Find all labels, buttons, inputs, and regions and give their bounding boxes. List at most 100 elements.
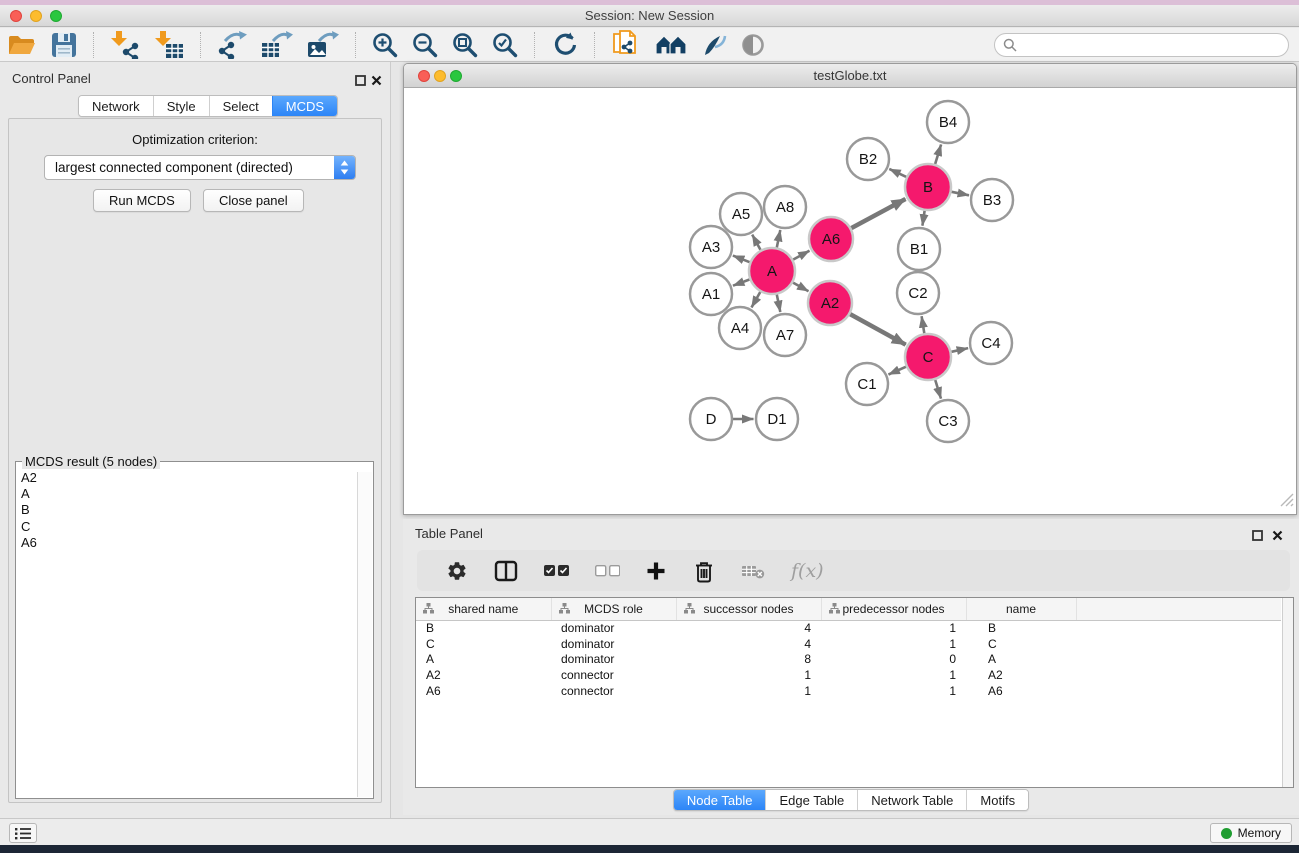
table-cell[interactable]: 1 [821, 620, 966, 636]
table-cell[interactable]: A6 [416, 683, 551, 699]
graph-node-C[interactable]: C [905, 334, 951, 380]
optimization-criterion-select[interactable]: largest connected component (directed) [44, 155, 356, 180]
graph-edge-A-A1[interactable] [733, 280, 750, 286]
close-panel-button[interactable] [371, 73, 382, 91]
table-cell[interactable]: 1 [821, 636, 966, 652]
table-cell[interactable]: dominator [551, 636, 676, 652]
table-cell[interactable]: 8 [676, 651, 821, 667]
delete-column-button[interactable] [692, 559, 716, 583]
table-cell[interactable]: A [416, 651, 551, 667]
column-header-mcds-role[interactable]: MCDS role [551, 598, 676, 620]
close-window-button[interactable] [10, 10, 22, 22]
mcds-result-item[interactable]: C [16, 519, 373, 535]
tab-network[interactable]: Network [79, 96, 153, 116]
tab-style[interactable]: Style [153, 96, 209, 116]
graph-edge-A-A6[interactable] [793, 251, 809, 260]
graph-edge-A6-B[interactable] [851, 199, 905, 228]
graphics-details-button[interactable] [701, 33, 727, 57]
graph-edge-A-A4[interactable] [752, 292, 761, 308]
table-row[interactable]: A6connector11A6 [416, 683, 1281, 699]
table-cell[interactable]: A2 [966, 667, 1076, 683]
mcds-result-item[interactable]: A2 [16, 470, 373, 486]
table-cell[interactable]: connector [551, 683, 676, 699]
table-row[interactable]: Cdominator41C [416, 636, 1281, 652]
graph-edge-B-B1[interactable] [922, 211, 924, 226]
graph-node-D[interactable]: D [690, 398, 732, 440]
table-cell[interactable]: dominator [551, 620, 676, 636]
graph-edge-A-A2[interactable] [793, 283, 809, 292]
graph-edge-A-A8[interactable] [777, 230, 781, 248]
zoom-fit-button[interactable] [452, 32, 478, 58]
table-cell[interactable]: A6 [966, 683, 1076, 699]
graph-node-B2[interactable]: B2 [847, 138, 889, 180]
mcds-result-scrollbar[interactable] [357, 472, 372, 797]
float-panel-button[interactable] [355, 73, 366, 91]
table-cell[interactable]: 0 [821, 651, 966, 667]
save-session-button[interactable] [51, 32, 77, 58]
import-table-button[interactable] [154, 31, 184, 59]
network-window-titlebar[interactable]: testGlobe.txt [404, 64, 1296, 88]
tab-edge-table[interactable]: Edge Table [765, 790, 857, 810]
graph-edge-A-A7[interactable] [777, 295, 781, 313]
export-network-button[interactable] [217, 31, 247, 59]
column-view-button[interactable] [494, 560, 518, 582]
graph-node-C1[interactable]: C1 [846, 363, 888, 405]
graph-node-A6[interactable]: A6 [809, 217, 853, 261]
graph-node-C2[interactable]: C2 [897, 272, 939, 314]
delete-table-button[interactable] [742, 562, 765, 580]
maximize-window-button[interactable] [50, 10, 62, 22]
graph-edge-B-B2[interactable] [889, 169, 906, 177]
table-cell[interactable]: 4 [676, 636, 821, 652]
graph-edge-A-A3[interactable] [733, 256, 750, 263]
table-row[interactable]: Bdominator41B [416, 620, 1281, 636]
column-header-predecessor-nodes[interactable]: predecessor nodes [821, 598, 966, 620]
export-image-button[interactable] [307, 31, 339, 59]
tab-node-table[interactable]: Node Table [674, 790, 766, 810]
table-cell[interactable]: A2 [416, 667, 551, 683]
deselect-all-columns-button[interactable] [595, 562, 620, 579]
add-column-button[interactable] [646, 561, 666, 581]
open-session-button[interactable] [7, 33, 37, 57]
mcds-result-item[interactable]: B [16, 502, 373, 518]
table-cell[interactable]: 4 [676, 620, 821, 636]
table-scrollbar[interactable] [1282, 598, 1293, 787]
table-cell[interactable]: 1 [676, 667, 821, 683]
mcds-result-item[interactable]: A6 [16, 535, 373, 551]
table-cell[interactable]: connector [551, 667, 676, 683]
graph-node-B4[interactable]: B4 [927, 101, 969, 143]
table-row[interactable]: A2connector11A2 [416, 667, 1281, 683]
column-header-successor-nodes[interactable]: successor nodes [676, 598, 821, 620]
table-row[interactable]: Adominator80A [416, 651, 1281, 667]
minimize-window-button[interactable] [30, 10, 42, 22]
table-cell[interactable]: dominator [551, 651, 676, 667]
graph-node-A5[interactable]: A5 [720, 193, 762, 235]
network-close-button[interactable] [418, 70, 430, 82]
memory-button[interactable]: Memory [1210, 823, 1292, 843]
graph-node-A4[interactable]: A4 [719, 307, 761, 349]
table-cell[interactable]: C [416, 636, 551, 652]
table-cell[interactable]: 1 [821, 683, 966, 699]
graph-node-A[interactable]: A [749, 248, 795, 294]
graph-edge-A-A5[interactable] [752, 235, 760, 250]
network-minimize-button[interactable] [434, 70, 446, 82]
graph-node-A1[interactable]: A1 [690, 273, 732, 315]
graph-node-A8[interactable]: A8 [764, 186, 806, 228]
graph-node-D1[interactable]: D1 [756, 398, 798, 440]
graph-edge-C-C2[interactable] [922, 316, 925, 333]
search-input[interactable] [1023, 37, 1280, 52]
window-resize-grip[interactable] [1280, 493, 1294, 512]
graph-node-C3[interactable]: C3 [927, 400, 969, 442]
export-table-button[interactable] [261, 31, 293, 59]
function-builder-button[interactable]: f(x) [791, 560, 824, 582]
graph-edge-C-C3[interactable] [935, 380, 941, 399]
table-settings-button[interactable] [446, 560, 468, 582]
network-document-button[interactable] [611, 30, 641, 60]
select-all-columns-button[interactable] [544, 562, 569, 579]
graph-edge-A2-C[interactable] [850, 314, 906, 345]
graph-edge-B-B3[interactable] [952, 192, 970, 196]
close-panel-action-button[interactable]: Close panel [203, 189, 304, 212]
run-mcds-button[interactable]: Run MCDS [93, 189, 191, 212]
table-cell[interactable]: 1 [676, 683, 821, 699]
zoom-selected-button[interactable] [492, 32, 518, 58]
zoom-in-button[interactable] [372, 32, 398, 58]
